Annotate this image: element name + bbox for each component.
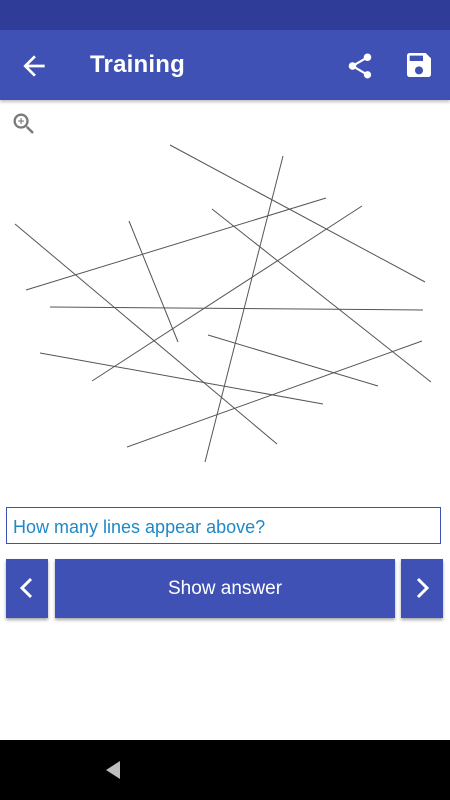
triangle-back-icon[interactable] <box>104 760 122 780</box>
puzzle-line <box>128 220 179 343</box>
chevron-left-icon <box>19 577 33 599</box>
question-text: How many lines appear above? <box>13 517 266 537</box>
lines-puzzle-canvas <box>14 144 432 463</box>
puzzle-line <box>126 340 423 448</box>
arrow-left-icon[interactable] <box>18 50 50 82</box>
puzzle-line <box>211 208 432 383</box>
page-title: Training <box>90 51 185 78</box>
question-field: How many lines appear above? <box>6 507 441 544</box>
app-bar: Training <box>0 30 450 100</box>
save-icon[interactable] <box>403 49 435 81</box>
puzzle-line <box>207 334 379 387</box>
next-button[interactable] <box>401 559 443 618</box>
puzzle-line <box>49 306 424 311</box>
system-nav-bar <box>0 740 450 800</box>
puzzle-line <box>169 144 426 283</box>
puzzle-line <box>25 197 327 291</box>
chevron-right-icon <box>416 577 430 599</box>
show-answer-button[interactable]: Show answer <box>55 559 395 618</box>
puzzle-line <box>39 352 324 405</box>
share-icon[interactable] <box>345 51 375 81</box>
puzzle-line <box>91 205 363 382</box>
previous-button[interactable] <box>6 559 48 618</box>
status-bar <box>0 0 450 30</box>
